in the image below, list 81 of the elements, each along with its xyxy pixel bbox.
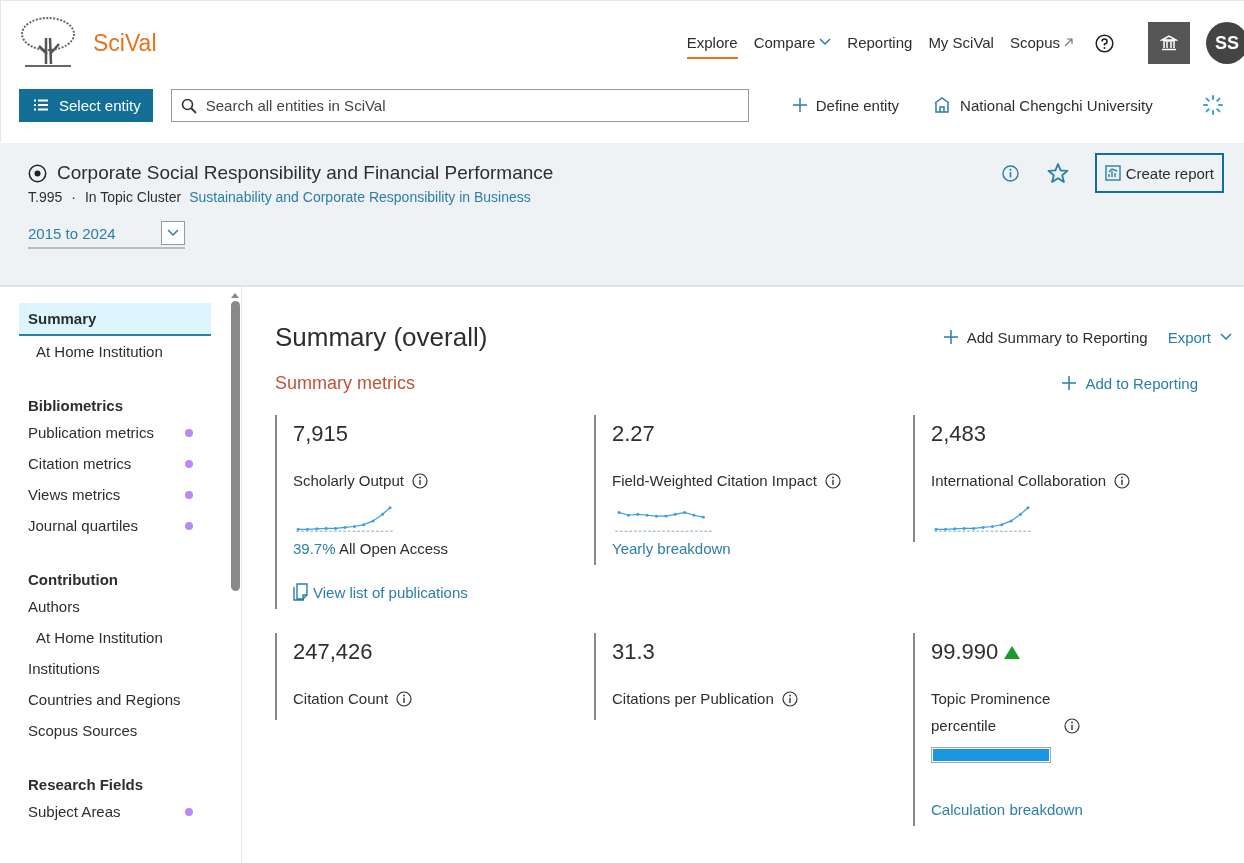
info-icon[interactable] bbox=[1114, 473, 1131, 489]
search-field[interactable]: Search all entities in SciVal bbox=[170, 88, 749, 122]
house-icon bbox=[933, 96, 952, 114]
nav-link[interactable]: Scopus bbox=[1009, 27, 1073, 59]
sidebar-item[interactable]: Citation metrics bbox=[19, 448, 211, 479]
report-chart-icon bbox=[1104, 165, 1121, 181]
page-title: Summary (overall) bbox=[275, 321, 488, 353]
breakdown-link[interactable]: Yearly breakdown bbox=[612, 540, 731, 557]
breakdown-link[interactable]: Calculation breakdown bbox=[931, 801, 1083, 818]
metric-label: Topic Prominence percentile bbox=[931, 689, 1052, 736]
metric-label: Citations per Publication bbox=[612, 689, 774, 709]
sidebar-item[interactable]: Institutions bbox=[19, 653, 211, 684]
help-icon[interactable] bbox=[1095, 33, 1114, 53]
info-icon[interactable] bbox=[411, 473, 428, 489]
topic-id: T.995 bbox=[28, 189, 63, 205]
info-icon[interactable] bbox=[781, 691, 798, 707]
external-link-icon bbox=[1064, 37, 1073, 47]
cluster-prefix: In Topic Cluster bbox=[84, 189, 182, 205]
scroll-up-arrow-icon[interactable] bbox=[230, 291, 240, 299]
metric-value: 31.3 bbox=[612, 639, 655, 665]
sidebar-heading: Bibliometrics bbox=[27, 396, 125, 416]
add-to-reporting-link[interactable]: Add to Reporting bbox=[1062, 374, 1198, 392]
topic-cluster-link[interactable]: Sustainability and Corporate Responsibility in Business bbox=[189, 189, 531, 205]
plus-icon bbox=[1062, 376, 1077, 390]
sidebar-item[interactable]: Summary bbox=[19, 303, 211, 336]
dropdown-toggle[interactable] bbox=[161, 221, 185, 245]
sidebar-item[interactable]: At Home Institution bbox=[19, 336, 211, 367]
user-avatar[interactable]: SS bbox=[1206, 22, 1244, 64]
sidebar-heading: Contribution bbox=[27, 570, 119, 590]
sidebar-heading: Research Fields bbox=[27, 775, 145, 795]
sidebar-item[interactable]: Scopus Sources bbox=[19, 715, 211, 746]
section-heading: Summary metrics bbox=[275, 372, 415, 394]
sidebar-item[interactable]: Publication metrics bbox=[19, 417, 211, 448]
sidebar-item[interactable]: At Home Institution bbox=[19, 622, 211, 653]
nav-link[interactable]: Compare bbox=[753, 27, 832, 59]
chevron-down-icon bbox=[167, 229, 179, 237]
chevron-down-icon bbox=[1220, 333, 1232, 341]
institution-button[interactable] bbox=[1148, 22, 1190, 64]
entity-title: Corporate Social Responsibility and Financial Performance bbox=[57, 162, 554, 184]
info-icon[interactable] bbox=[824, 473, 841, 489]
document-icon bbox=[293, 583, 309, 601]
open-access-text: 39.7% All Open Access bbox=[293, 540, 449, 557]
info-icon[interactable] bbox=[396, 691, 413, 707]
sidebar-item[interactable]: Views metrics bbox=[19, 479, 211, 510]
institution-link[interactable]: National Chengchi University bbox=[933, 96, 1153, 114]
star-icon[interactable] bbox=[1046, 162, 1069, 184]
select-entity-button[interactable]: Select entity bbox=[19, 88, 153, 122]
nav-link[interactable]: Explore bbox=[686, 27, 738, 59]
view-publications-link[interactable]: View list of publications bbox=[293, 583, 468, 601]
metric-value: 7,915 bbox=[293, 421, 349, 447]
metric-label: Field-Weighted Citation Impact bbox=[612, 471, 817, 491]
plus-icon bbox=[792, 98, 807, 112]
define-entity-link[interactable]: Define entity bbox=[792, 96, 900, 114]
metric-value: 2,483 bbox=[931, 421, 987, 447]
search-icon[interactable] bbox=[180, 97, 197, 114]
institution-icon bbox=[1160, 34, 1178, 52]
sidebar-item[interactable]: Journal quartiles bbox=[19, 510, 211, 541]
create-report-button[interactable]: Create report bbox=[1094, 153, 1224, 193]
nav-link[interactable]: My SciVal bbox=[928, 27, 994, 59]
metric-value: 99.990 bbox=[931, 639, 999, 665]
info-icon[interactable] bbox=[1064, 718, 1080, 734]
metric-label: Citation Count bbox=[293, 689, 389, 709]
chevron-down-icon bbox=[819, 38, 832, 46]
plus-icon bbox=[943, 330, 958, 344]
metric-label: International Collaboration bbox=[931, 471, 1107, 491]
loading-spinner-icon bbox=[1202, 95, 1223, 115]
export-link[interactable]: Export bbox=[1167, 328, 1232, 346]
metric-value: 247,426 bbox=[293, 639, 373, 665]
sidebar-item[interactable]: Countries and Regions bbox=[19, 684, 211, 715]
metric-value: 2.27 bbox=[612, 421, 655, 447]
nav-link[interactable]: Reporting bbox=[847, 27, 913, 59]
tree-logo-icon bbox=[19, 16, 77, 70]
date-range-dropdown[interactable]: 2015 to 2024 bbox=[28, 221, 185, 249]
scrollbar-thumb[interactable] bbox=[230, 301, 240, 591]
sidebar-item[interactable]: Subject Areas bbox=[19, 796, 211, 827]
add-summary-link[interactable]: Add Summary to Reporting bbox=[943, 328, 1148, 346]
metric-label: Scholarly Output bbox=[293, 471, 404, 491]
topic-icon bbox=[28, 163, 47, 183]
separator-dot: · bbox=[71, 189, 76, 205]
sidebar-item[interactable]: Authors bbox=[19, 591, 211, 622]
list-icon bbox=[33, 99, 49, 111]
